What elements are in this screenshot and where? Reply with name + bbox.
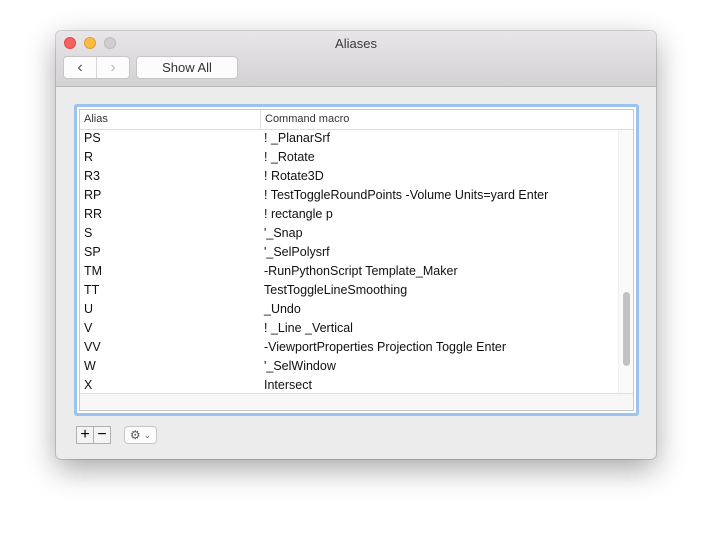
alias-cell: TT [84, 283, 100, 297]
remove-button[interactable]: − [94, 427, 110, 443]
alias-cell: VV [84, 340, 101, 354]
alias-cell: W [84, 359, 96, 373]
window-title: Aliases [335, 36, 377, 51]
table-row[interactable]: S '_Snap [80, 225, 618, 244]
macro-cell: '_Snap [264, 226, 303, 240]
table-row[interactable]: R ! _Rotate [80, 149, 618, 168]
table-row[interactable]: RR ! rectangle p [80, 206, 618, 225]
show-all-button[interactable]: Show All [136, 56, 238, 79]
vertical-scrollbar[interactable] [618, 130, 633, 393]
chevron-left-icon: ‹ [77, 58, 83, 76]
macro-cell: ! TestToggleRoundPoints -Volume Units=ya… [264, 188, 549, 202]
macro-cell: '_SelPolysrf [264, 245, 330, 259]
alias-table-frame: Alias Command macro PS ! _PlanarSrf R ! _Ro… [74, 104, 639, 416]
column-header-command-macro[interactable]: Command macro [261, 110, 353, 129]
macro-cell: ! rectangle p [264, 207, 333, 221]
alias-cell: R [84, 150, 94, 164]
alias-cell: S [84, 226, 93, 240]
alias-cell: X [84, 378, 93, 392]
forward-button[interactable]: › [97, 57, 129, 78]
action-menu-button[interactable]: ⚙ ⌄ [124, 426, 157, 444]
table-row[interactable]: TM -RunPythonScript Template_Maker [80, 263, 618, 282]
table-body: PS ! _PlanarSrf R ! _Rotate R3 ! Rotate3D RP ! … [80, 130, 618, 393]
macro-cell: _Undo [264, 302, 301, 316]
scrollbar-thumb[interactable] [623, 292, 630, 366]
table-row[interactable]: V ! _Line _Vertical [80, 320, 618, 339]
back-button[interactable]: ‹ [64, 57, 97, 78]
nav-segmented-control: ‹ › [63, 56, 130, 79]
chevron-right-icon: › [110, 58, 116, 76]
add-remove-control: + − [76, 426, 111, 444]
table-row[interactable]: R3 ! Rotate3D [80, 168, 618, 187]
macro-cell: Intersect [264, 378, 312, 392]
alias-cell: U [84, 302, 94, 316]
table-row[interactable]: VV -ViewportProperties Projection Toggle … [80, 339, 618, 358]
title-bar: Aliases ‹ › Show All [56, 31, 656, 87]
alias-cell: PS [84, 131, 101, 145]
table-row[interactable]: PS ! _PlanarSrf [80, 130, 618, 149]
add-button[interactable]: + [77, 427, 94, 443]
macro-cell: TestToggleLineSmoothing [264, 283, 408, 297]
macro-cell: '_SelWindow [264, 359, 336, 373]
chevron-down-icon: ⌄ [143, 430, 152, 440]
table-header: Alias Command macro [80, 110, 633, 130]
alias-table[interactable]: Alias Command macro PS ! _PlanarSrf R ! _Ro… [79, 109, 634, 411]
alias-cell: RP [84, 188, 102, 202]
gear-icon: ⚙ [129, 428, 141, 442]
alias-cell: RR [84, 207, 103, 221]
macro-cell: ! _Line _Vertical [264, 321, 353, 335]
macro-cell: ! _PlanarSrf [264, 131, 331, 145]
table-row[interactable]: TT TestToggleLineSmoothing [80, 282, 618, 301]
macro-cell: ! Rotate3D [264, 169, 324, 183]
alias-cell: R3 [84, 169, 100, 183]
macro-cell: -ViewportProperties Projection Toggle En… [264, 340, 507, 354]
table-footer-strip [80, 393, 633, 410]
alias-cell: TM [84, 264, 103, 278]
alias-cell: V [84, 321, 93, 335]
table-row[interactable]: X Intersect [80, 377, 618, 393]
aliases-window: Aliases ‹ › Show All Alias Command macro… [56, 31, 656, 459]
table-row[interactable]: RP ! TestToggleRoundPoints -Volume Units=… [80, 187, 618, 206]
table-row[interactable]: U _Undo [80, 301, 618, 320]
macro-cell: ! _Rotate [264, 150, 315, 164]
table-row[interactable]: W '_SelWindow [80, 358, 618, 377]
column-header-alias[interactable]: Alias [80, 110, 261, 129]
table-row[interactable]: SP '_SelPolysrf [80, 244, 618, 263]
macro-cell: -RunPythonScript Template_Maker [264, 264, 458, 278]
alias-cell: SP [84, 245, 101, 259]
